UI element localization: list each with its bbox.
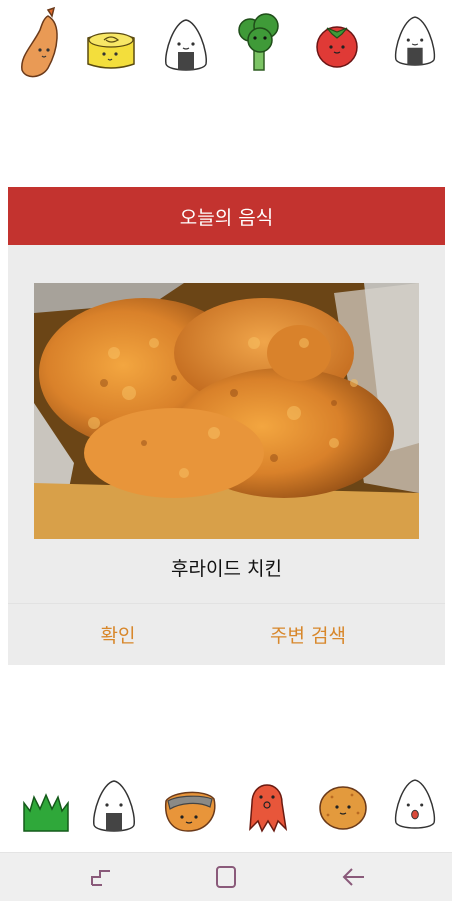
home-icon[interactable] — [212, 865, 240, 889]
tomato-icon — [314, 18, 360, 70]
top-food-decoration — [0, 0, 452, 80]
dialog-title-bar: 오늘의 음식 — [8, 187, 445, 245]
onigiri-icon — [90, 779, 138, 835]
grass-divider-icon — [22, 793, 70, 833]
confirm-button[interactable]: 확인 — [48, 605, 188, 663]
dialog-title: 오늘의 음식 — [179, 206, 274, 229]
rolled-omelette-icon — [84, 28, 138, 74]
onigiri-surprised-icon — [392, 777, 438, 833]
recent-apps-icon[interactable] — [88, 865, 116, 889]
octopus-sausage-icon — [244, 773, 290, 833]
fried-shrimp-icon — [18, 6, 66, 82]
broccoli-icon — [236, 10, 282, 72]
croquette-icon — [318, 783, 368, 831]
nearby-search-button[interactable]: 주변 검색 — [208, 605, 408, 663]
dish-photo — [34, 283, 419, 539]
dialog-divider — [8, 603, 445, 604]
dish-name: 후라이드 치킨 — [171, 557, 282, 580]
back-icon[interactable] — [340, 865, 368, 889]
todays-food-dialog: 오늘의 음식 후라이드 치킨 확인 주변 검색 — [8, 187, 445, 665]
fried-fish-icon — [162, 787, 218, 833]
bottom-food-decoration — [0, 765, 452, 845]
system-navigation-bar — [0, 852, 452, 901]
onigiri-icon — [162, 18, 210, 74]
onigiri-icon — [392, 14, 438, 70]
